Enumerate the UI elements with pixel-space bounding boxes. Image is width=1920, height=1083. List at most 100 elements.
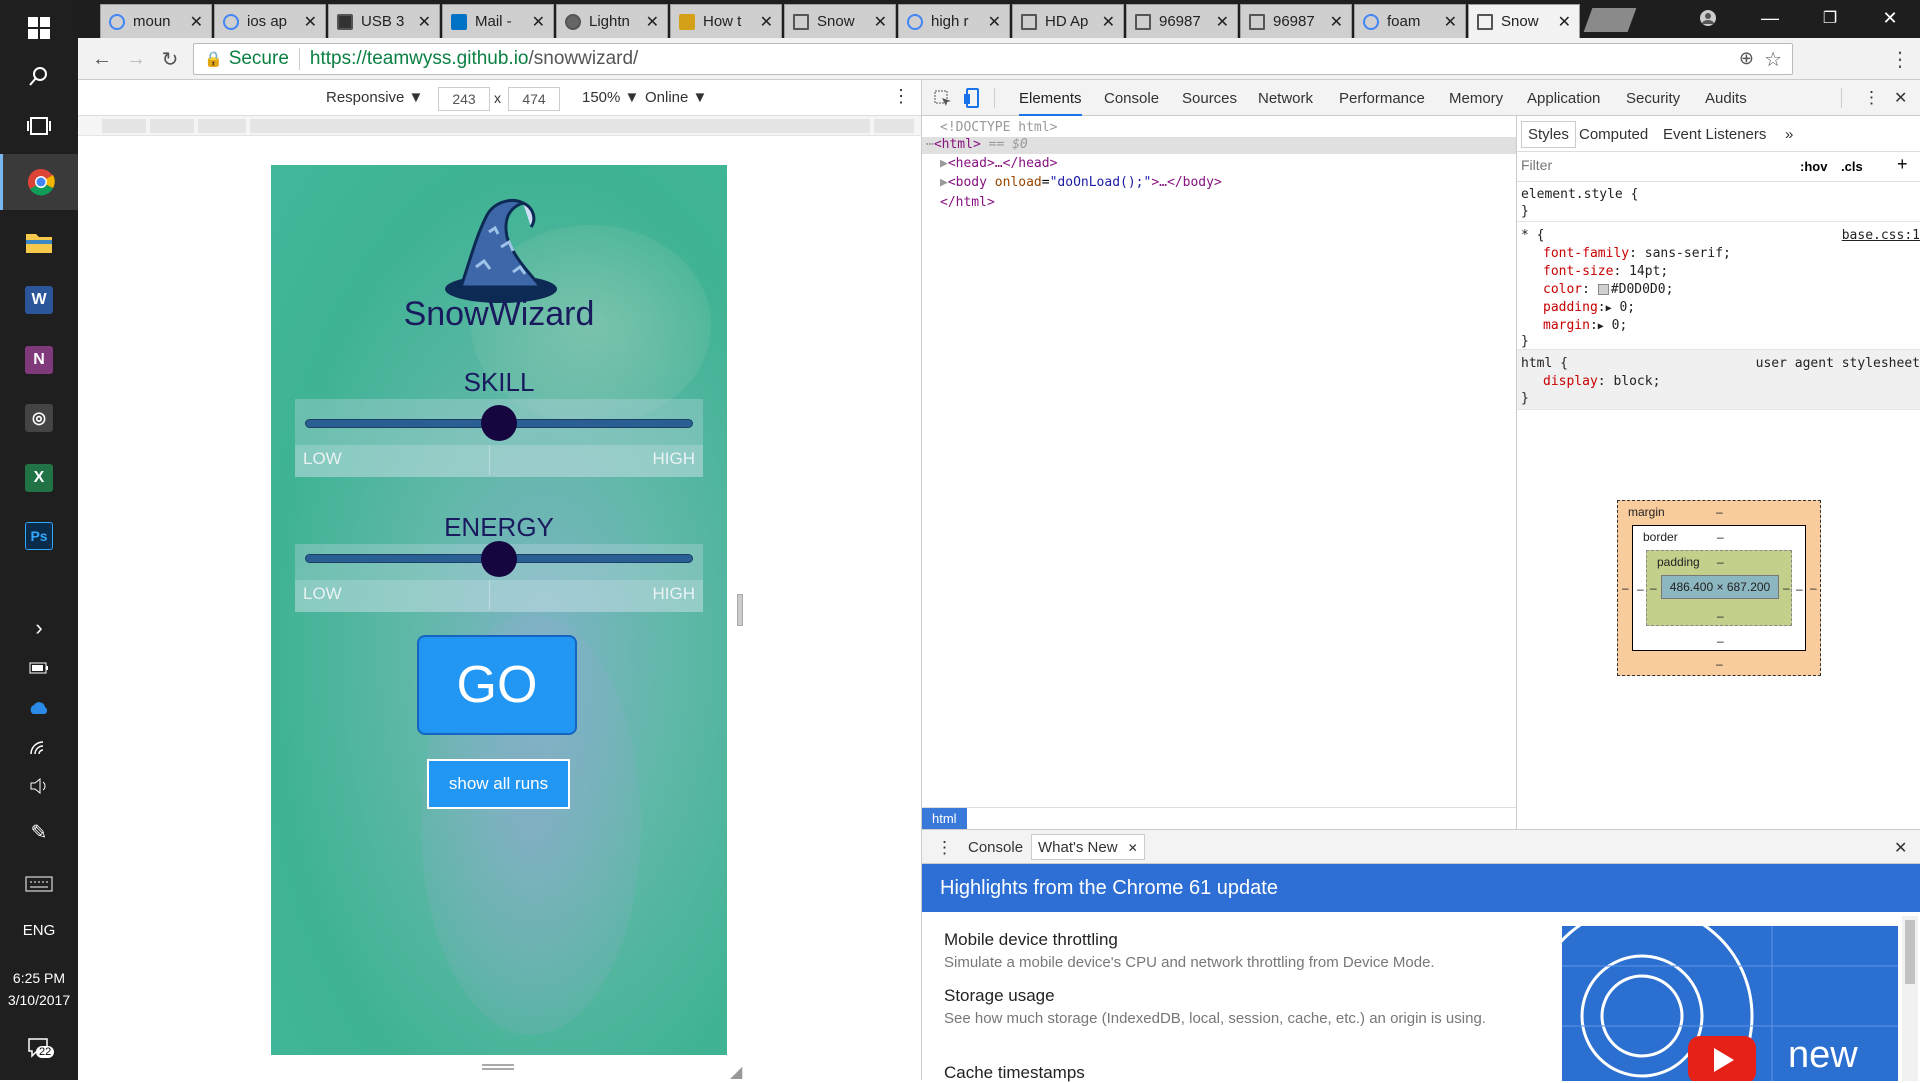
html-rule-selector[interactable]: html { <box>1521 356 1568 371</box>
tab-styles[interactable]: Styles <box>1521 121 1576 148</box>
resize-handle-bottom[interactable] <box>482 1064 514 1070</box>
language-indicator[interactable]: ENG <box>0 912 78 948</box>
volume-icon[interactable] <box>0 768 78 804</box>
pen-icon[interactable]: ✎ <box>0 814 78 850</box>
element-style-selector[interactable]: element.style { <box>1521 187 1638 202</box>
ruler-segment[interactable] <box>874 119 914 133</box>
address-bar[interactable]: 🔒 Secure https://teamwyss.github.io/snow… <box>193 43 1793 75</box>
search-button[interactable] <box>0 48 78 104</box>
tab-network[interactable]: Network <box>1258 90 1313 107</box>
color-swatch-icon[interactable] <box>1597 284 1609 295</box>
browser-tab[interactable]: USB 3 ✕ <box>328 4 440 38</box>
close-tab-icon[interactable]: ✕ <box>1102 12 1115 32</box>
energy-slider[interactable]: LOW HIGH <box>295 541 703 612</box>
skill-slider-thumb[interactable] <box>481 405 517 441</box>
close-tab-icon[interactable]: ✕ <box>532 12 545 32</box>
taskbar-chrome[interactable] <box>0 154 78 210</box>
taskbar-camera[interactable]: ◎ <box>0 390 78 446</box>
drawer-scrollbar[interactable] <box>1902 916 1918 1081</box>
css-prop-name[interactable]: font-size <box>1543 264 1613 279</box>
profile-icon[interactable] <box>1678 0 1738 36</box>
viewport-width-input[interactable]: 243 <box>438 87 490 111</box>
ruler-segment[interactable] <box>250 119 870 133</box>
skill-slider[interactable]: LOW HIGH <box>295 399 703 477</box>
css-prop-value[interactable]: 0; <box>1619 300 1635 315</box>
energy-slider-thumb[interactable] <box>481 541 517 577</box>
inspect-element-icon[interactable] <box>934 90 952 108</box>
tab-console[interactable]: Console <box>1104 90 1159 107</box>
browser-tab[interactable]: foam ✕ <box>1354 4 1466 38</box>
network-throttle-selector[interactable]: Online ▼ <box>645 89 707 106</box>
close-tab-icon[interactable]: ✕ <box>760 12 773 32</box>
battery-icon[interactable] <box>0 650 78 686</box>
tab-elements[interactable]: Elements <box>1019 90 1082 116</box>
ruler-segment[interactable] <box>198 119 246 133</box>
star-rule-selector[interactable]: * { <box>1521 228 1544 243</box>
expand-triangle-icon[interactable]: ▶ <box>1606 303 1612 314</box>
drawer-menu-icon[interactable]: ⋮ <box>936 838 953 858</box>
feature-title[interactable]: Cache timestamps <box>944 1063 1085 1083</box>
close-tab-icon[interactable]: ✕ <box>418 12 431 32</box>
taskbar-file-explorer[interactable] <box>0 214 78 270</box>
taskbar-onenote[interactable]: N <box>0 332 78 388</box>
go-button[interactable]: GO <box>417 635 577 735</box>
close-tab-icon[interactable]: ✕ <box>1444 12 1457 32</box>
forward-arrow-icon[interactable]: → <box>122 45 150 73</box>
expand-triangle-icon[interactable]: ▶ <box>940 175 948 190</box>
new-style-rule-icon[interactable]: + <box>1897 154 1908 175</box>
close-tab-icon[interactable]: ✕ <box>304 12 317 32</box>
feature-title[interactable]: Storage usage <box>944 986 1055 1006</box>
tab-audits[interactable]: Audits <box>1705 90 1747 107</box>
close-window-icon[interactable]: ✕ <box>1860 0 1920 36</box>
taskbar-word[interactable]: W <box>0 272 78 328</box>
show-all-runs-button[interactable]: show all runs <box>427 759 570 809</box>
ruler-segment[interactable] <box>102 119 146 133</box>
css-prop-name[interactable]: padding <box>1543 300 1598 315</box>
tab-performance[interactable]: Performance <box>1339 90 1425 107</box>
browser-tab[interactable]: 96987 ✕ <box>1126 4 1238 38</box>
close-tab-icon[interactable]: ✕ <box>1558 12 1571 32</box>
star-rule-source-link[interactable]: base.css:1 <box>1842 228 1920 243</box>
task-view-button[interactable] <box>0 98 78 154</box>
devtools-close-icon[interactable]: ✕ <box>1894 88 1907 108</box>
browser-tab[interactable]: 96987 ✕ <box>1240 4 1352 38</box>
dom-head[interactable]: <head>…</head> <box>948 156 1058 171</box>
css-prop-name[interactable]: font-family <box>1543 246 1629 261</box>
browser-tab[interactable]: ios ap ✕ <box>214 4 326 38</box>
scrollbar-thumb[interactable] <box>1905 920 1915 984</box>
bookmark-star-icon[interactable]: ☆ <box>1764 47 1782 72</box>
browser-tab[interactable]: HD Ap ✕ <box>1012 4 1124 38</box>
viewport-height-input[interactable]: 474 <box>508 87 560 111</box>
device-toolbar-menu-icon[interactable]: ⋮ <box>892 86 910 107</box>
zoom-selector[interactable]: 150% ▼ <box>582 89 639 106</box>
device-toggle-icon[interactable] <box>964 88 980 108</box>
tab-computed[interactable]: Computed <box>1579 126 1648 143</box>
browser-tab[interactable]: Mail - ✕ <box>442 4 554 38</box>
close-tab-icon[interactable]: ✕ <box>190 12 203 32</box>
css-prop-name[interactable]: margin <box>1543 318 1590 333</box>
new-tab-button[interactable] <box>1583 8 1637 32</box>
restore-icon[interactable]: ❐ <box>1800 0 1860 36</box>
close-tab-icon[interactable]: ✕ <box>1128 841 1138 855</box>
browser-tab[interactable]: high r ✕ <box>898 4 1010 38</box>
breadcrumb-html[interactable]: html <box>922 808 967 830</box>
drawer-tab-whats-new[interactable]: What's New ✕ <box>1031 834 1145 860</box>
tab-sources[interactable]: Sources <box>1182 90 1237 107</box>
taskbar-photoshop[interactable]: Ps <box>0 508 78 564</box>
css-prop-value[interactable]: 14pt; <box>1629 264 1668 279</box>
drawer-close-icon[interactable]: ✕ <box>1894 838 1907 858</box>
css-prop-value[interactable]: #D0D0D0; <box>1611 282 1674 297</box>
browser-tab-active[interactable]: Snow ✕ <box>1468 4 1580 38</box>
dom-html-open[interactable]: <html> <box>934 137 981 152</box>
keyboard-icon[interactable] <box>0 866 78 902</box>
dom-body-tag[interactable]: <body <box>948 175 995 190</box>
wifi-icon[interactable] <box>0 730 78 766</box>
devtools-menu-icon[interactable]: ⋮ <box>1863 88 1880 108</box>
styles-filter-input[interactable] <box>1521 157 1771 173</box>
back-arrow-icon[interactable]: ← <box>88 45 116 73</box>
clock-date[interactable]: 3/10/2017 <box>0 982 78 1018</box>
reload-icon[interactable]: ↻ <box>156 45 184 73</box>
close-tab-icon[interactable]: ✕ <box>988 12 1001 32</box>
browser-tab[interactable]: Lightn ✕ <box>556 4 668 38</box>
expand-triangle-icon[interactable]: ▶ <box>1598 321 1604 332</box>
